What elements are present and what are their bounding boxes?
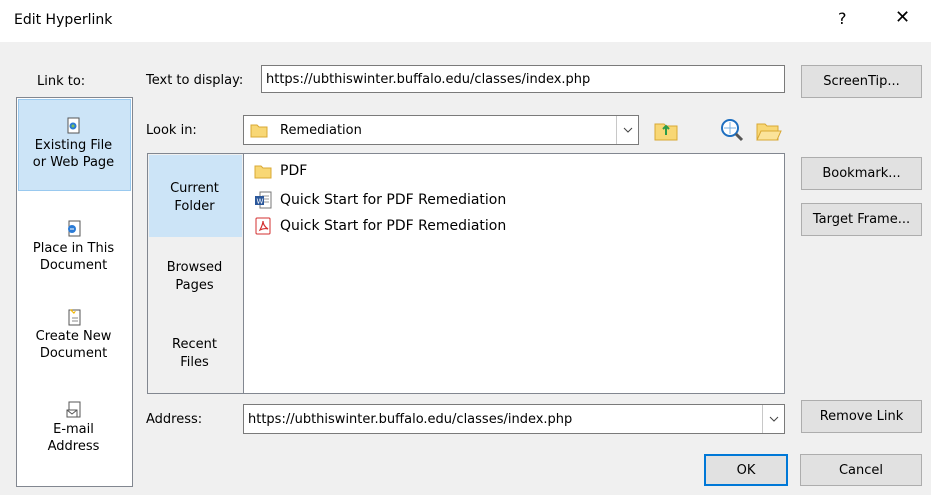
open-folder-icon: [756, 123, 782, 141]
link-to-create-new-document[interactable]: Create New Document: [17, 308, 130, 362]
address-label: Address:: [146, 412, 203, 427]
help-button[interactable]: ?: [838, 9, 847, 28]
link-to-label-4b: Address: [47, 439, 100, 454]
tab-browsed-pages[interactable]: Browsed Pages: [148, 259, 241, 295]
up-folder-icon: [654, 123, 678, 141]
folder-icon: [250, 124, 268, 138]
link-to-label-2a: Place in This: [32, 241, 115, 256]
text-to-display-input[interactable]: https://ubthiswinter.buffalo.edu/classes…: [261, 65, 785, 93]
chevron-down-icon[interactable]: [616, 116, 638, 144]
link-to-email-address[interactable]: E-mail Address: [17, 401, 130, 455]
tab-recent-files-line1: Recent: [172, 337, 217, 352]
bookmark-button[interactable]: Bookmark...: [801, 157, 922, 190]
tab-current-folder-line1: Current: [170, 181, 219, 196]
existing-file-icon: [67, 117, 79, 134]
look-in-select[interactable]: Remediation: [243, 115, 639, 145]
folder-icon: [254, 165, 272, 179]
chevron-down-icon[interactable]: [762, 405, 784, 433]
pdf-icon: [255, 217, 271, 235]
close-icon[interactable]: ✕: [895, 7, 910, 28]
tab-current-folder[interactable]: Current Folder: [148, 180, 241, 216]
place-in-document-icon: [67, 220, 80, 237]
text-to-display-label: Text to display:: [146, 73, 244, 88]
tab-recent-files[interactable]: Recent Files: [148, 336, 241, 372]
link-to-place-in-document[interactable]: Place in This Document: [17, 220, 130, 274]
browse-web-icon: [721, 119, 744, 142]
tab-recent-files-line2: Files: [180, 355, 209, 370]
ok-button[interactable]: OK: [704, 454, 788, 486]
list-item[interactable]: W Quick Start for PDF Remediation: [254, 190, 506, 210]
link-to-label-4a: E-mail: [53, 422, 94, 437]
link-to-panel: Existing File or Web Page Place in This …: [16, 97, 133, 487]
link-to-label-2b: Document: [39, 258, 108, 273]
svg-text:W: W: [257, 198, 264, 206]
file-list: PDF W Quick Start for PDF Remediation Qu…: [243, 153, 785, 394]
file-name: PDF: [280, 163, 308, 179]
target-frame-button[interactable]: Target Frame...: [801, 203, 922, 236]
file-name: Quick Start for PDF Remediation: [280, 192, 507, 208]
list-item[interactable]: Quick Start for PDF Remediation: [254, 216, 506, 236]
email-address-icon: [66, 401, 80, 418]
tab-current-folder-line2: Folder: [174, 199, 215, 214]
link-to-existing-file[interactable]: Existing File or Web Page: [17, 117, 130, 171]
title-bar: Edit Hyperlink ? ✕: [0, 0, 931, 42]
tab-browsed-pages-line1: Browsed: [166, 260, 223, 275]
link-to-heading: Link to:: [37, 74, 86, 89]
link-to-label-3b: Document: [39, 346, 108, 361]
address-value: https://ubthiswinter.buffalo.edu/classes…: [248, 411, 573, 427]
list-item[interactable]: PDF: [254, 161, 307, 181]
file-name: Quick Start for PDF Remediation: [280, 218, 507, 234]
remove-link-button[interactable]: Remove Link: [801, 400, 922, 433]
tab-browsed-pages-line2: Pages: [175, 278, 214, 293]
look-in-value: Remediation: [280, 122, 362, 138]
window-title: Edit Hyperlink: [14, 12, 113, 28]
cancel-button[interactable]: Cancel: [800, 454, 922, 486]
link-to-label-1b: or Web Page: [32, 155, 115, 170]
browse-web-button[interactable]: [717, 115, 747, 145]
link-to-label-3a: Create New: [35, 329, 112, 344]
create-new-document-icon: [68, 309, 80, 326]
link-to-label-1a: Existing File: [34, 138, 113, 153]
browse-side-tabs: Current Folder Browsed Pages Recent File…: [147, 153, 244, 394]
up-folder-button[interactable]: [651, 115, 681, 145]
look-in-label: Look in:: [146, 123, 197, 138]
screentip-button[interactable]: ScreenTip...: [801, 65, 922, 98]
word-doc-icon: W: [255, 191, 272, 209]
address-input[interactable]: https://ubthiswinter.buffalo.edu/classes…: [243, 404, 785, 434]
browse-file-button[interactable]: [753, 115, 783, 145]
